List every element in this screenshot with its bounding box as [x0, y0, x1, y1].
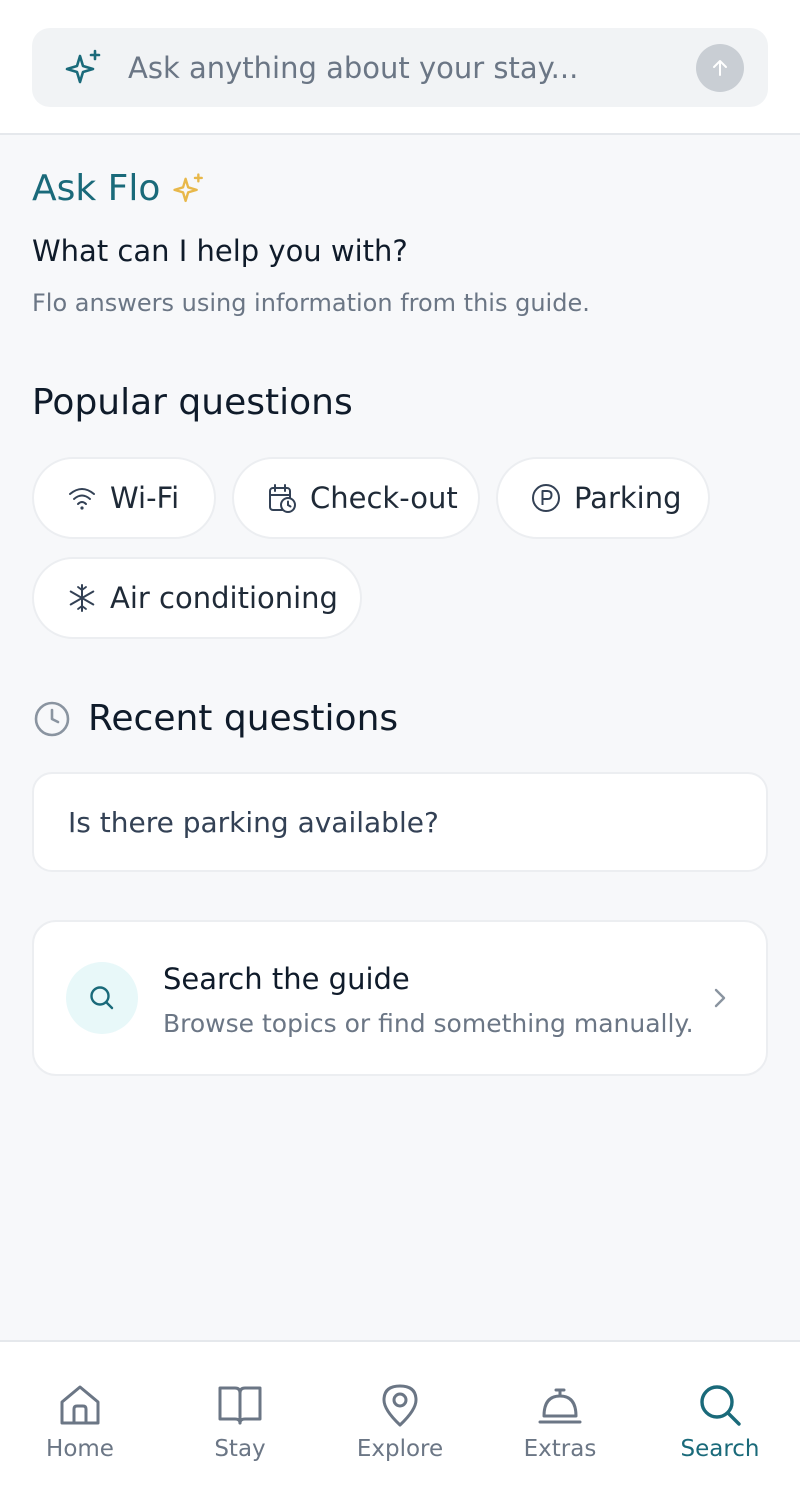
nav-home[interactable]: Home — [0, 1382, 160, 1482]
recent-question-label: Is there parking available? — [68, 805, 439, 839]
book-icon — [218, 1386, 262, 1425]
search-guide-card[interactable]: Search the guide Browse topics or find s… — [32, 920, 768, 1076]
send-button[interactable] — [696, 44, 744, 92]
chip-label: Parking — [574, 481, 682, 515]
search-guide-title: Search the guide — [163, 962, 410, 996]
sparkles-icon — [173, 172, 204, 202]
page-title: Ask Flo — [32, 168, 206, 209]
guide-icon-badge — [66, 962, 138, 1034]
chip-label: Wi-Fi — [110, 481, 180, 515]
recent-questions-title: Recent questions — [88, 698, 399, 739]
nav-extras-label: Extras — [523, 1436, 597, 1462]
clock-icon — [34, 701, 70, 737]
search-icon — [90, 986, 114, 1010]
chip-label: Check-out — [310, 481, 458, 515]
popular-questions-title: Popular questions — [32, 382, 353, 423]
nav-stay-label: Stay — [214, 1436, 266, 1462]
chevron-right-icon — [714, 988, 726, 1008]
snowflake-icon — [69, 584, 95, 612]
home-icon — [60, 1385, 100, 1425]
page-title-text: Ask Flo — [32, 168, 161, 209]
parking-icon — [532, 484, 560, 512]
calendar-clock-icon — [269, 484, 296, 513]
page-subtitle: What can I help you with? — [32, 234, 408, 268]
helper-text: Flo answers using information from this … — [32, 289, 590, 317]
chip-air-conditioning[interactable]: Air conditioning — [32, 557, 362, 639]
nav-explore[interactable]: Explore — [320, 1382, 480, 1482]
map-pin-icon — [382, 1384, 418, 1427]
chip-check-out[interactable]: Check-out — [232, 457, 480, 539]
search-icon — [700, 1385, 741, 1426]
chip-label: Air conditioning — [110, 581, 338, 615]
recent-question-item[interactable]: Is there parking available? — [32, 772, 768, 872]
sparkles-icon — [65, 49, 101, 84]
search-guide-subtitle: Browse topics or find something manually… — [163, 1009, 694, 1038]
bottom-nav: Home Stay Explore Extras Search — [0, 1340, 800, 1502]
ask-input-container[interactable] — [32, 28, 768, 107]
wifi-icon — [69, 488, 95, 510]
ask-input[interactable] — [128, 28, 708, 107]
chip-wifi[interactable]: Wi-Fi — [32, 457, 216, 539]
chip-parking[interactable]: Parking — [496, 457, 710, 539]
nav-search[interactable]: Search — [640, 1382, 800, 1482]
nav-extras[interactable]: Extras — [480, 1382, 640, 1482]
nav-home-label: Home — [46, 1436, 114, 1462]
nav-stay[interactable]: Stay — [160, 1382, 320, 1482]
service-bell-icon — [538, 1388, 582, 1424]
nav-search-label: Search — [680, 1436, 760, 1462]
top-bar — [0, 0, 800, 135]
ask-flo-page: Ask Flo What can I help you with? Flo an… — [0, 0, 800, 1502]
nav-explore-label: Explore — [356, 1436, 444, 1462]
arrow-up-icon — [713, 60, 727, 76]
